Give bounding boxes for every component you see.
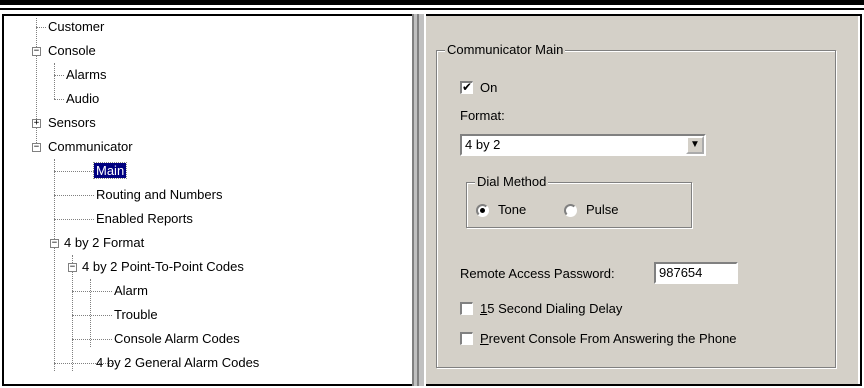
top-rule-thin — [0, 8, 864, 10]
tree-item-label: Alarm — [114, 283, 148, 298]
tree-item-label: 4 by 2 Format — [64, 235, 145, 250]
tree-item-customer[interactable]: Customer — [46, 18, 106, 36]
tree-item-trouble[interactable]: Trouble — [112, 306, 160, 324]
on-label: On — [480, 80, 498, 95]
communicator-main-panel: Communicator Main ✔ On Format: 4 by 2 ▼ … — [426, 16, 858, 384]
format-select[interactable]: 4 by 2 ▼ — [460, 134, 706, 156]
tree-line — [72, 291, 112, 292]
tree-item-console-alarm-codes[interactable]: Console Alarm Codes — [112, 330, 242, 348]
dialing-delay-label: 15 Second Dialing Delay — [480, 301, 622, 316]
tree-line — [72, 255, 73, 371]
dialing-delay-checkbox[interactable] — [460, 302, 473, 315]
tree-item-main[interactable]: Main — [92, 162, 128, 180]
password-label: Remote Access Password: — [460, 266, 615, 281]
chevron-down-icon[interactable]: ▼ — [686, 136, 704, 154]
tree-line — [72, 339, 112, 340]
tree-line — [36, 27, 46, 28]
tree-item-alarm[interactable]: Alarm — [112, 282, 150, 300]
tree-line — [54, 75, 64, 76]
format-label: Format: — [460, 108, 505, 123]
tree-item-label: Trouble — [114, 307, 158, 322]
tree-item-label: Console — [48, 43, 96, 58]
tree-item-4by2-format[interactable]: 4 by 2 Format — [62, 234, 146, 252]
pane-splitter[interactable] — [412, 14, 426, 386]
tree-item-routing-and-numbers[interactable]: Routing and Numbers — [94, 186, 224, 204]
tree-item-point-to-point-codes[interactable]: 4 by 2 Point-To-Point Codes — [80, 258, 246, 276]
dialing-delay-text: 5 Second Dialing Delay — [487, 301, 623, 316]
tree-item-label: Customer — [48, 19, 105, 34]
tree-line — [54, 219, 94, 220]
collapse-4by2-format-icon[interactable]: − — [50, 239, 59, 248]
tree-line — [90, 279, 91, 347]
tree-item-label: Sensors — [48, 115, 96, 130]
prevent-answer-label: Prevent Console From Answering the Phone — [480, 331, 737, 346]
tree-line — [54, 63, 55, 99]
prevent-answer-checkbox[interactable] — [460, 332, 473, 345]
pulse-label: Pulse — [586, 202, 619, 217]
tree-item-label: Main — [92, 162, 128, 179]
prevent-answer-accel: P — [480, 331, 489, 346]
tree-item-enabled-reports[interactable]: Enabled Reports — [94, 210, 195, 228]
tree-item-label: Routing and Numbers — [96, 187, 223, 202]
group-title: Communicator Main — [445, 42, 566, 57]
tree-line — [54, 171, 94, 172]
dial-method-title: Dial Method — [475, 174, 549, 189]
tree-item-label: 4 by 2 Point-To-Point Codes — [82, 259, 244, 274]
tree-item-label: Communicator — [48, 139, 133, 154]
settings-tree[interactable]: − + − − − Customer Console Alarms Audio … — [24, 18, 404, 371]
tree-line — [54, 99, 64, 100]
tree-line — [72, 315, 112, 316]
tree-item-label: Alarms — [66, 67, 107, 82]
expand-sensors-icon[interactable]: + — [32, 119, 41, 128]
tree-item-label: Console Alarm Codes — [114, 331, 240, 346]
pulse-radio[interactable] — [564, 204, 577, 217]
tree-item-sensors[interactable]: Sensors — [46, 114, 98, 132]
on-checkbox[interactable]: ✔ — [460, 81, 473, 94]
tree-item-general-alarm-codes[interactable]: 4 by 2 General Alarm Codes — [94, 354, 261, 372]
format-select-value: 4 by 2 — [465, 137, 501, 152]
tree-line — [54, 195, 94, 196]
collapse-point-codes-icon[interactable]: − — [68, 263, 77, 272]
collapse-console-icon[interactable]: − — [32, 47, 41, 56]
prevent-answer-text: revent Console From Answering the Phone — [488, 331, 737, 346]
tree-item-console[interactable]: Console — [46, 42, 98, 60]
tree-item-label: Enabled Reports — [96, 211, 193, 226]
tree-line — [54, 159, 55, 371]
tree-item-label: Audio — [66, 91, 100, 106]
tree-item-label: 4 by 2 General Alarm Codes — [96, 355, 260, 370]
tone-radio[interactable] — [476, 204, 489, 217]
tree-item-alarms[interactable]: Alarms — [64, 66, 108, 84]
tone-label: Tone — [498, 202, 527, 217]
tree-item-audio[interactable]: Audio — [64, 90, 101, 108]
top-rule — [0, 0, 864, 5]
password-input[interactable]: 987654 — [654, 262, 738, 284]
collapse-communicator-icon[interactable]: − — [32, 143, 41, 152]
tree-item-communicator[interactable]: Communicator — [46, 138, 135, 156]
